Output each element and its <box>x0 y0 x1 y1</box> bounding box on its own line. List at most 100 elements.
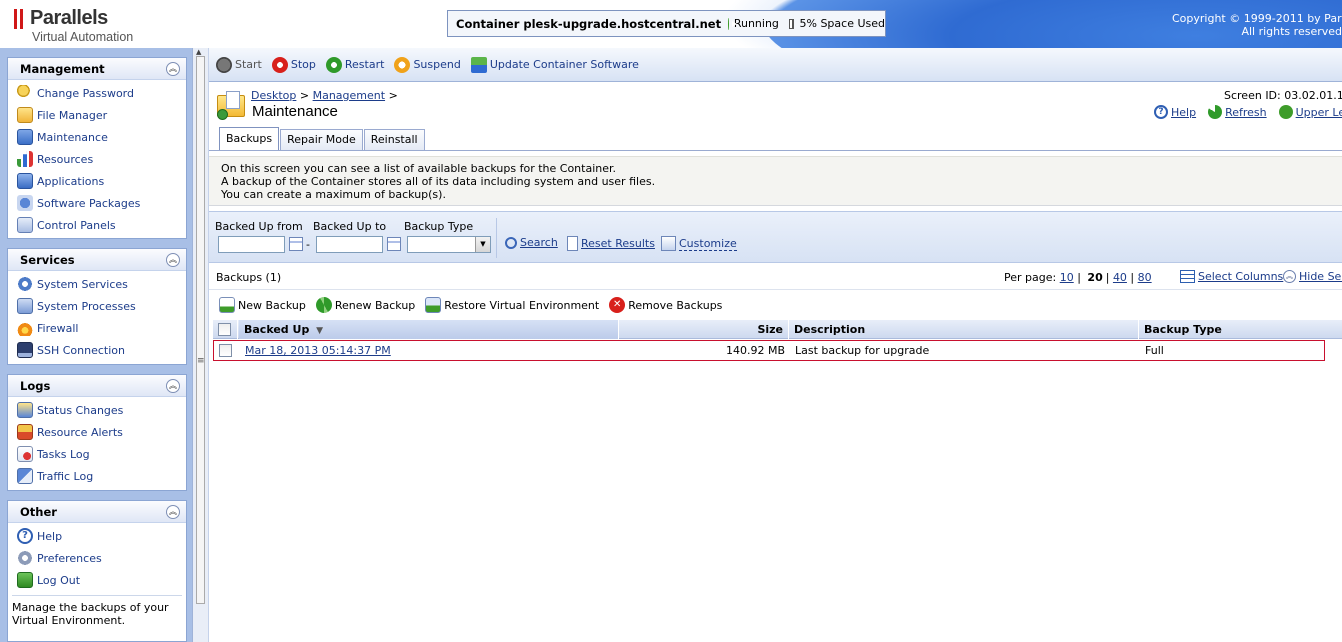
sidebar-item-label[interactable]: Maintenance <box>37 131 108 144</box>
sidebar-item-label[interactable]: Applications <box>37 175 104 188</box>
renew-backup-button[interactable]: Renew Backup <box>315 297 415 313</box>
backed-up-to-input[interactable] <box>316 236 383 253</box>
scrollbar-thumb[interactable] <box>196 56 205 604</box>
sidebar-splitter[interactable]: ▲ ≡ <box>192 48 209 642</box>
suspend-button[interactable]: Suspend <box>394 56 461 73</box>
upper-level-label[interactable]: Upper Level <box>1296 106 1342 119</box>
sidebar-item-status-changes[interactable]: Status Changes <box>8 399 186 421</box>
chevron-down-icon[interactable]: ▼ <box>475 237 490 252</box>
reset-results-button[interactable]: Reset Results <box>567 236 655 251</box>
sidebar-item-label[interactable]: Resources <box>37 153 93 166</box>
scroll-up-icon[interactable]: ▲ <box>196 48 201 56</box>
select-all-checkbox[interactable] <box>218 323 231 336</box>
tab-reinstall[interactable]: Reinstall <box>363 129 425 150</box>
column-header-backed-up[interactable]: Backed Up ▼ <box>239 320 619 339</box>
per-page-80[interactable]: 80 <box>1138 271 1152 284</box>
sidebar-item-applications[interactable]: Applications <box>8 170 186 192</box>
new-backup-button[interactable]: New Backup <box>219 297 306 313</box>
sidebar-item-tasks-log[interactable]: Tasks Log <box>8 443 186 465</box>
column-header-backup-type[interactable]: Backup Type <box>1139 320 1342 339</box>
sidebar-item-resource-alerts[interactable]: Resource Alerts <box>8 421 186 443</box>
restart-label[interactable]: Restart <box>345 58 385 71</box>
hide-search-label[interactable]: Hide Search <box>1299 270 1342 283</box>
sidebar-item-maintenance[interactable]: Maintenance <box>8 126 186 148</box>
per-page-10[interactable]: 10 <box>1060 271 1074 284</box>
column-header-size[interactable]: Size <box>619 320 789 339</box>
other-panel-header[interactable]: Other ︽ <box>8 501 186 523</box>
stop-label[interactable]: Stop <box>291 58 316 71</box>
per-page-40[interactable]: 40 <box>1113 271 1127 284</box>
breadcrumb-management[interactable]: Management <box>313 89 385 102</box>
collapse-icon[interactable]: ︽ <box>166 505 180 519</box>
sidebar-item-label[interactable]: Resource Alerts <box>37 426 123 439</box>
refresh-link[interactable]: Refresh <box>1208 105 1267 119</box>
column-header-description[interactable]: Description <box>789 320 1139 339</box>
tab-repair-mode[interactable]: Repair Mode <box>280 129 363 150</box>
management-panel-header[interactable]: Management ︽ <box>8 58 186 80</box>
logs-panel-header[interactable]: Logs ︽ <box>8 375 186 397</box>
stop-button[interactable]: Stop <box>271 56 316 73</box>
backup-type-select[interactable]: ▼ <box>407 236 491 253</box>
sidebar-item-ssh-connection[interactable]: SSH Connection <box>8 339 186 361</box>
search-label[interactable]: Search <box>520 236 558 249</box>
sidebar-item-label[interactable]: Status Changes <box>37 404 123 417</box>
sidebar-item-label[interactable]: Software Packages <box>37 197 140 210</box>
update-label[interactable]: Update Container Software <box>490 58 639 71</box>
sidebar-item-label[interactable]: System Processes <box>37 300 136 313</box>
remove-label[interactable]: Remove Backups <box>628 299 722 312</box>
sidebar-item-label[interactable]: Log Out <box>37 574 80 587</box>
collapse-icon[interactable]: ︽ <box>166 379 180 393</box>
sidebar-item-label[interactable]: Change Password <box>37 87 134 100</box>
sidebar-item-preferences[interactable]: Preferences <box>8 547 186 569</box>
backup-date-link[interactable]: Mar 18, 2013 05:14:37 PM <box>245 344 391 357</box>
sidebar-item-log-out[interactable]: Log Out <box>8 569 186 591</box>
sidebar-item-help[interactable]: ? Help <box>8 525 186 547</box>
suspend-label[interactable]: Suspend <box>413 58 460 71</box>
sidebar-item-label[interactable]: Preferences <box>37 552 102 565</box>
tab-backups[interactable]: Backups <box>219 127 280 150</box>
collapse-icon[interactable]: ︽ <box>166 62 180 76</box>
select-columns-label[interactable]: Select Columns <box>1198 270 1283 283</box>
table-row[interactable]: Mar 18, 2013 05:14:37 PM 140.92 MB Last … <box>213 340 1325 361</box>
restore-virtual-environment-button[interactable]: Restore Virtual Environment <box>425 297 599 313</box>
refresh-label[interactable]: Refresh <box>1225 106 1267 119</box>
sidebar-item-label[interactable]: Firewall <box>37 322 78 335</box>
sidebar-item-label[interactable]: System Services <box>37 278 128 291</box>
sidebar-item-file-manager[interactable]: File Manager <box>8 104 186 126</box>
help-label[interactable]: Help <box>1171 106 1196 119</box>
splitter-grip-icon[interactable]: ≡ <box>197 356 205 366</box>
new-backup-label[interactable]: New Backup <box>238 299 306 312</box>
select-columns-button[interactable]: Select Columns <box>1180 270 1283 283</box>
collapse-icon[interactable]: ︽ <box>166 253 180 267</box>
customize-label[interactable]: Customize <box>679 237 737 251</box>
help-link[interactable]: ? Help <box>1154 105 1196 119</box>
start-label[interactable]: Start <box>235 58 262 71</box>
restart-button[interactable]: Restart <box>325 56 385 73</box>
sidebar-item-label[interactable]: SSH Connection <box>37 344 125 357</box>
hide-search-button[interactable]: ︽ Hide Search <box>1283 270 1342 283</box>
sidebar-item-system-processes[interactable]: System Processes <box>8 295 186 317</box>
sidebar-item-system-services[interactable]: System Services <box>8 273 186 295</box>
restore-label[interactable]: Restore Virtual Environment <box>444 299 599 312</box>
sidebar-item-label[interactable]: Control Panels <box>37 219 116 232</box>
remove-backups-button[interactable]: ✕ Remove Backups <box>609 297 722 313</box>
sidebar-item-control-panels[interactable]: Control Panels <box>8 214 186 236</box>
sidebar-item-label[interactable]: File Manager <box>37 109 107 122</box>
sidebar-item-traffic-log[interactable]: Traffic Log <box>8 465 186 487</box>
sidebar-item-change-password[interactable]: Change Password <box>8 82 186 104</box>
calendar-icon[interactable] <box>387 237 401 251</box>
update-container-software-button[interactable]: Update Container Software <box>470 56 639 73</box>
calendar-icon[interactable] <box>289 237 303 251</box>
search-button[interactable]: Search <box>505 236 558 249</box>
renew-backup-label[interactable]: Renew Backup <box>335 299 415 312</box>
row-checkbox[interactable] <box>219 344 232 357</box>
sidebar-item-label[interactable]: Traffic Log <box>37 470 93 483</box>
sidebar-item-firewall[interactable]: Firewall <box>8 317 186 339</box>
backed-up-from-input[interactable] <box>218 236 285 253</box>
sidebar-item-label[interactable]: Tasks Log <box>37 448 90 461</box>
sidebar-item-resources[interactable]: Resources <box>8 148 186 170</box>
upper-level-link[interactable]: Upper Level <box>1278 105 1342 119</box>
start-button[interactable]: Start <box>216 56 262 73</box>
sidebar-item-label[interactable]: Help <box>37 530 62 543</box>
reset-results-label[interactable]: Reset Results <box>581 237 655 250</box>
